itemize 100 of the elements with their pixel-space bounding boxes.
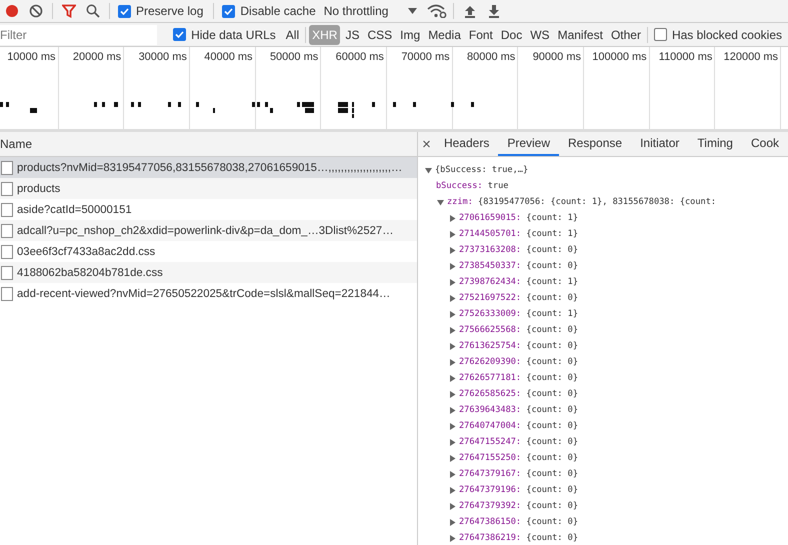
type-filter-button[interactable]: Manifest (554, 24, 606, 44)
collapsed-arrow-icon[interactable] (448, 438, 457, 446)
json-value: {count: 0} (525, 405, 578, 415)
collapsed-arrow-icon[interactable] (448, 230, 457, 238)
collapsed-arrow-icon[interactable] (448, 278, 457, 286)
upload-icon[interactable] (464, 4, 476, 18)
time-tick-label: 30000 ms (138, 50, 188, 65)
clear-icon[interactable] (29, 4, 43, 18)
json-key: 27639643483: (459, 405, 522, 415)
collapsed-arrow-icon[interactable] (448, 406, 457, 414)
collapsed-arrow-icon[interactable] (448, 374, 457, 382)
collapsed-arrow-icon[interactable] (448, 294, 457, 302)
request-row[interactable]: 03ee6f3cf7433a8ac2dd.css (0, 241, 417, 262)
json-key: 27373163208: (459, 245, 522, 255)
type-filter-button[interactable]: CSS (364, 24, 396, 44)
tab[interactable]: Response (559, 132, 632, 156)
json-value: {count: 0} (525, 421, 578, 431)
throttling-dropdown[interactable]: No throttling (322, 4, 426, 18)
time-tick-label: 40000 ms (204, 50, 254, 65)
type-filter-button[interactable]: Img (397, 24, 424, 44)
collapsed-arrow-icon[interactable] (448, 246, 457, 254)
json-key: 27613625754: (459, 341, 522, 351)
checkbox[interactable]: Preserve log (118, 4, 204, 18)
json-key: 27061659015: (459, 213, 522, 223)
tab[interactable]: Initiator (631, 132, 688, 156)
json-key: 27647155250: (459, 453, 522, 463)
collapsed-arrow-icon[interactable] (448, 214, 457, 222)
time-tick-label: 80000 ms (467, 50, 516, 65)
json-key: 27647379392: (459, 501, 522, 511)
collapsed-arrow-icon[interactable] (448, 262, 457, 270)
time-tick-label: 70000 ms (401, 50, 451, 65)
type-filter-button[interactable]: Doc (498, 24, 526, 44)
checkbox[interactable]: Has blocked cookies (654, 28, 782, 42)
checkbox[interactable]: Disable cache (222, 4, 316, 18)
expanded-arrow-icon[interactable] (424, 166, 433, 174)
json-key: 27521697522: (459, 293, 522, 303)
download-icon[interactable] (488, 4, 500, 18)
document-icon (1, 182, 13, 196)
document-icon (1, 286, 13, 300)
collapsed-arrow-icon[interactable] (448, 342, 457, 350)
checkbox[interactable]: Hide data URLs (173, 28, 276, 42)
collapsed-arrow-icon[interactable] (448, 486, 457, 494)
json-value: {count: 0} (525, 357, 578, 367)
filter-icon[interactable] (62, 4, 76, 18)
request-row[interactable]: products?nvMid=83195477056,83155678038,27061659015…,,,,,,,,,,,,,,,,,,,,… (0, 157, 417, 178)
collapsed-arrow-icon[interactable] (448, 518, 457, 526)
json-value: {count: 1} (525, 229, 578, 239)
caret-icon (408, 8, 418, 14)
type-filter-button[interactable]: All (282, 24, 302, 44)
collapsed-arrow-icon[interactable] (448, 390, 457, 398)
tab[interactable]: Cook (742, 132, 788, 156)
json-value: {count: 0} (525, 485, 578, 495)
request-row[interactable]: 4188062ba58204b781de.css (0, 262, 417, 283)
document-icon (1, 244, 13, 258)
collapsed-arrow-icon[interactable] (448, 502, 457, 510)
time-tick-label: 90000 ms (532, 50, 582, 65)
json-value: {count: 0} (525, 293, 578, 303)
collapsed-arrow-icon[interactable] (448, 422, 457, 430)
collapsed-arrow-icon[interactable] (448, 454, 457, 462)
document-icon (1, 202, 13, 216)
tab[interactable]: Timing (688, 132, 742, 156)
document-icon (1, 224, 13, 238)
filter-field[interactable]: Filter (0, 24, 158, 44)
tab[interactable]: Headers (434, 132, 498, 156)
time-tick-label: 60000 ms (336, 50, 385, 65)
json-key: bSuccess: (436, 181, 483, 191)
collapsed-arrow-icon[interactable] (448, 310, 457, 318)
record-button[interactable] (6, 5, 18, 17)
checkmark-icon (120, 6, 129, 16)
close-button[interactable]: × (418, 132, 435, 156)
type-filter-button[interactable]: Font (466, 24, 496, 44)
column-header[interactable]: Name (0, 137, 32, 151)
time-tick-label: 120000 ms (724, 50, 780, 65)
request-row[interactable]: adcall?u=pc_nshop_ch2&xdid=powerlink-div&p=da_dom_…3Dlist%2527… (0, 220, 417, 241)
request-name: adcall?u=pc_nshop_ch2&xdid=powerlink-div&p=da_dom_…3Dlist%2527… (17, 224, 394, 236)
json-key: 27640747004: (459, 421, 522, 431)
request-row[interactable]: add-recent-viewed?nvMid=27650522025&trCode=slsl&mallSeq=221844… (0, 283, 417, 304)
time-tick-label: 50000 ms (270, 50, 320, 65)
wifi-gear-icon[interactable] (427, 4, 448, 18)
type-filter-button[interactable]: WS (527, 24, 553, 44)
json-value: {count: 0} (525, 261, 578, 271)
json-key: 27647379167: (459, 469, 522, 479)
collapsed-arrow-icon[interactable] (448, 326, 457, 334)
collapsed-arrow-icon[interactable] (448, 470, 457, 478)
json-key: 27647386219: (459, 533, 522, 543)
request-row[interactable]: products (0, 178, 417, 199)
request-name: 4188062ba58204b781de.css (17, 266, 163, 278)
type-filter-button[interactable]: Media (425, 24, 464, 44)
collapsed-arrow-icon[interactable] (448, 534, 457, 542)
json-key: 27398762434: (459, 277, 522, 287)
expanded-arrow-icon[interactable] (436, 198, 445, 206)
tab[interactable]: Preview (498, 132, 560, 156)
collapsed-arrow-icon[interactable] (448, 358, 457, 366)
search-icon[interactable] (86, 4, 100, 18)
request-row[interactable]: aside?catId=50000151 (0, 199, 417, 220)
time-tick-label: 100000 ms (592, 50, 648, 65)
json-value: {count: 0} (525, 437, 578, 447)
type-filter-button[interactable]: JS (342, 24, 362, 44)
type-filter-button[interactable]: Other (608, 24, 644, 44)
json-value: {count: 0} (525, 325, 578, 335)
